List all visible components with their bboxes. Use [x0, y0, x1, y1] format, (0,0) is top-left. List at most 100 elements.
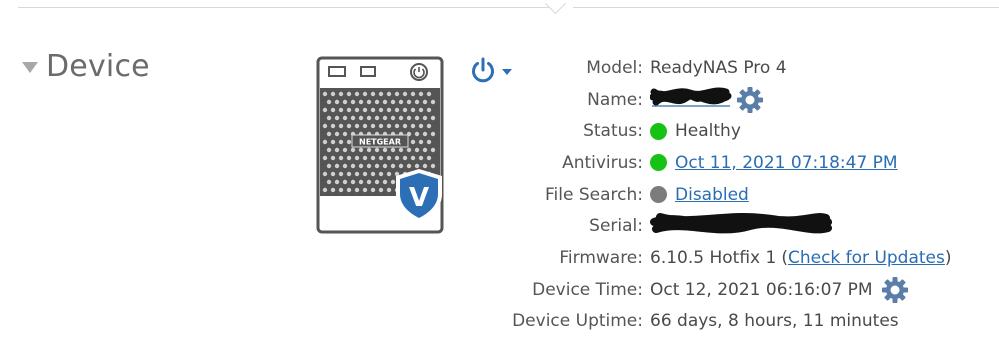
- grille-hole: [366, 147, 372, 153]
- top-divider: [0, 0, 999, 15]
- divider-notch: [544, 0, 567, 15]
- grille-hole: [346, 139, 352, 145]
- grille-hole: [390, 115, 396, 121]
- grille-hole: [374, 163, 380, 169]
- device-uptime-row: Device Uptime: 66 days, 8 hours, 11 minu…: [500, 306, 990, 338]
- grille-hole: [334, 179, 340, 185]
- grille-hole: [406, 147, 412, 153]
- grille-hole: [390, 163, 396, 169]
- grille-hole: [330, 107, 336, 113]
- grille-hole: [410, 139, 416, 145]
- status-indicator-icon: [650, 122, 667, 140]
- grille-hole: [338, 171, 344, 177]
- grille-hole: [362, 155, 368, 161]
- grille-hole: [422, 115, 428, 121]
- grille-hole: [414, 115, 420, 121]
- grille-hole: [358, 147, 364, 153]
- device-section-header[interactable]: Device: [22, 46, 150, 86]
- grille-hole: [350, 163, 356, 169]
- grille-hole: [354, 187, 360, 193]
- grille-hole: [418, 123, 424, 129]
- device-time-label: Device Time:: [532, 279, 643, 300]
- grille-hole: [346, 155, 352, 161]
- status-label: Status:: [583, 121, 643, 142]
- model-value: ReadyNAS Pro 4: [650, 57, 787, 78]
- grille-hole: [390, 179, 396, 185]
- grille-hole: [378, 123, 384, 129]
- firmware-value: 6.10.5 Hotfix 1: [650, 247, 777, 268]
- grille-hole: [394, 123, 400, 129]
- name-row: Name:: [500, 84, 990, 116]
- grille-hole: [354, 123, 360, 129]
- divider-line-right: [573, 7, 999, 8]
- grille-hole: [422, 131, 428, 137]
- grille-hole: [390, 99, 396, 105]
- antivirus-label: Antivirus:: [562, 152, 643, 173]
- grille-hole: [354, 155, 360, 161]
- grille-hole: [406, 115, 412, 121]
- grille-hole: [418, 107, 424, 113]
- antivirus-link[interactable]: Oct 11, 2021 07:18:47 PM: [675, 153, 898, 173]
- grille-hole: [334, 131, 340, 137]
- grille-hole: [358, 115, 364, 121]
- file-search-label: File Search:: [545, 184, 643, 205]
- grille-hole: [350, 147, 356, 153]
- grille-hole: [350, 179, 356, 185]
- grille-hole: [326, 163, 332, 169]
- grille-hole: [374, 147, 380, 153]
- grille-hole: [354, 91, 360, 97]
- gear-icon[interactable]: [736, 86, 764, 114]
- device-uptime-value: 66 days, 8 hours, 11 minutes: [650, 311, 899, 332]
- grille-hole: [370, 155, 376, 161]
- name-label: Name:: [587, 89, 643, 110]
- grille-hole: [398, 115, 404, 121]
- grille-hole: [402, 123, 408, 129]
- grille-hole: [406, 163, 412, 169]
- grille-hole: [350, 115, 356, 121]
- grille-hole: [366, 99, 372, 105]
- model-row: Model: ReadyNAS Pro 4: [500, 52, 990, 84]
- grille-hole: [362, 123, 368, 129]
- section-title: Device: [46, 48, 150, 84]
- grille-hole: [398, 147, 404, 153]
- gear-icon[interactable]: [881, 276, 909, 304]
- grille-hole: [342, 147, 348, 153]
- grille-hole: [362, 171, 368, 177]
- grille-hole: [334, 163, 340, 169]
- grille-hole: [394, 107, 400, 113]
- grille-hole: [322, 123, 328, 129]
- grille-hole: [414, 163, 420, 169]
- grille-hole: [326, 179, 332, 185]
- grille-hole: [342, 163, 348, 169]
- grille-hole: [426, 107, 432, 113]
- grille-hole: [394, 91, 400, 97]
- check-for-updates-link[interactable]: Check for Updates: [788, 248, 945, 268]
- grille-hole: [370, 187, 376, 193]
- grille-hole: [402, 155, 408, 161]
- grille-hole: [358, 99, 364, 105]
- grille-hole: [338, 123, 344, 129]
- grille-hole: [326, 147, 332, 153]
- grille-hole: [366, 115, 372, 121]
- grille-hole: [370, 123, 376, 129]
- grille-hole: [354, 171, 360, 177]
- grille-hole: [378, 171, 384, 177]
- triangle-down-icon[interactable]: [22, 61, 38, 73]
- file-search-link[interactable]: Disabled: [675, 185, 749, 205]
- firmware-open-paren: (: [781, 247, 788, 268]
- grille-hole: [386, 91, 392, 97]
- grille-hole: [410, 107, 416, 113]
- firmware-row: Firmware: 6.10.5 Hotfix 1 ( Check for Up…: [500, 242, 990, 274]
- grille-hole: [378, 107, 384, 113]
- grille-hole: [346, 187, 352, 193]
- grille-hole: [422, 99, 428, 105]
- grille-hole: [430, 131, 436, 137]
- grille-hole: [338, 155, 344, 161]
- antivirus-indicator-icon: [650, 154, 667, 172]
- name-value-redacted[interactable]: [649, 84, 732, 115]
- grille-hole: [402, 91, 408, 97]
- grille-hole: [418, 139, 424, 145]
- device-uptime-label: Device Uptime:: [512, 311, 643, 332]
- shield-letter: V: [409, 183, 429, 213]
- grille-hole: [382, 163, 388, 169]
